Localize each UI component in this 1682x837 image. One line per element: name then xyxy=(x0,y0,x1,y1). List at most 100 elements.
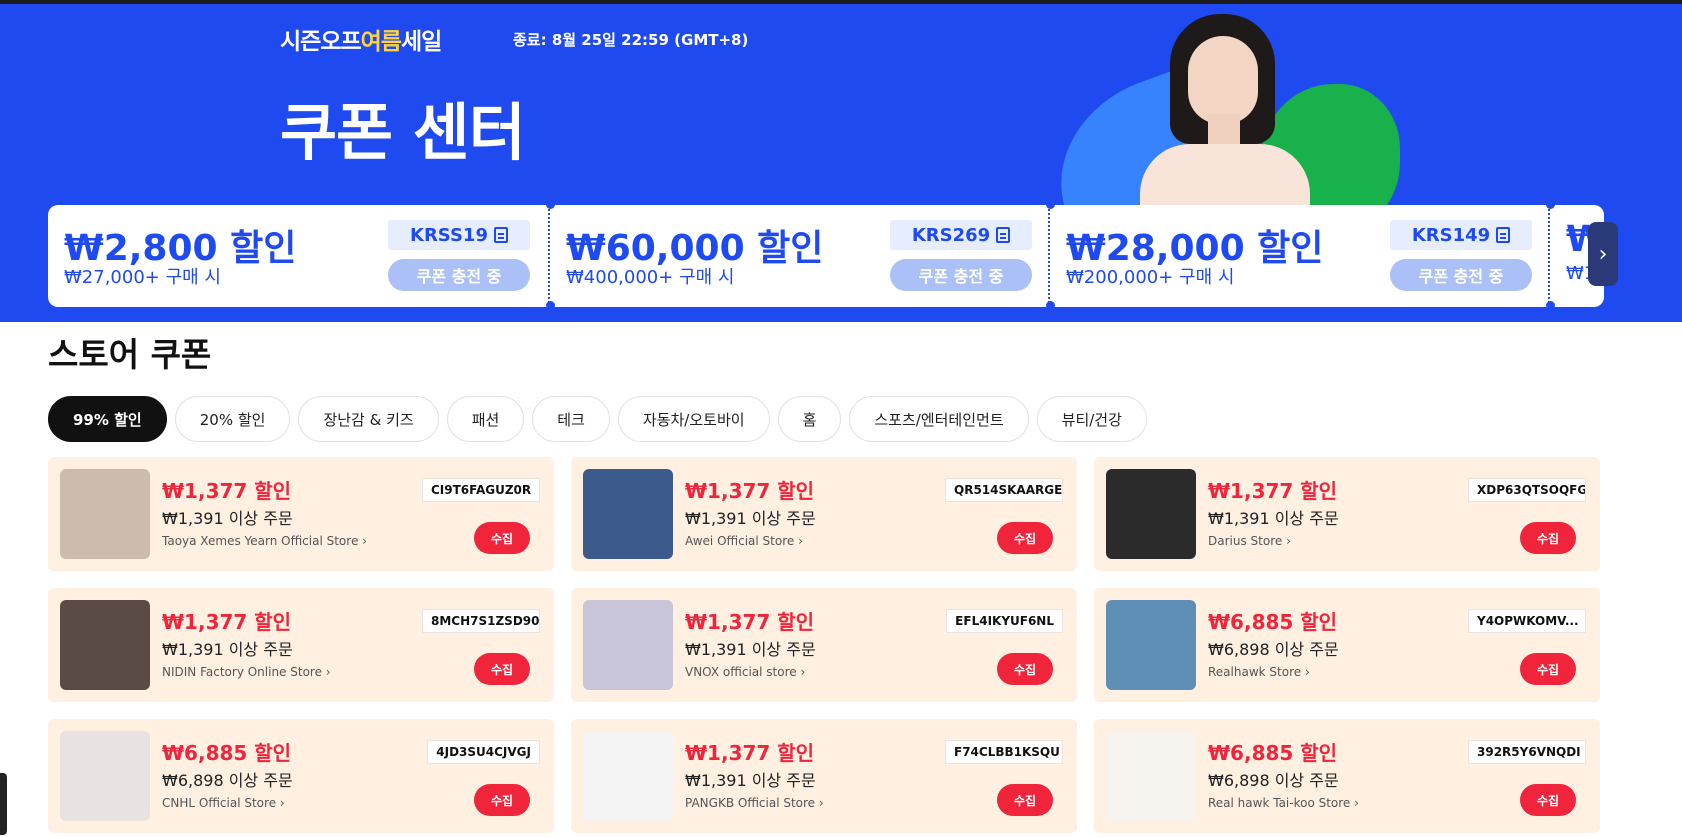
coupon-code[interactable]: XDP63QTSOQFG xyxy=(1468,478,1586,502)
coupon-condition: ₩6,898 이상 주문 xyxy=(1208,771,1339,790)
store-link[interactable]: Realhawk Store › xyxy=(1208,665,1310,679)
store-coupon-card: ₩1,377 할인 ₩1,391 이상 주문 Darius Store › XDP63… xyxy=(1094,457,1600,571)
coupon-code: KRS149 xyxy=(1411,224,1491,246)
store-coupon-card: ₩1,377 할인 ₩1,391 이상 주문 VNOX official store… xyxy=(571,588,1077,702)
collect-button[interactable]: 수집 xyxy=(1520,522,1576,554)
coupon-code-copy[interactable]: KRS269 xyxy=(890,220,1032,250)
coupon-condition: ₩1,391 이상 주문 xyxy=(685,509,816,528)
store-link[interactable]: VNOX official store › xyxy=(685,665,805,679)
tab-tech[interactable]: 테크 xyxy=(532,396,610,442)
product-thumbnail[interactable] xyxy=(1106,731,1196,821)
collect-button[interactable]: 수집 xyxy=(997,653,1053,685)
tab-home[interactable]: 홈 xyxy=(777,396,842,442)
coupon-condition: ₩1,391 이상 주문 xyxy=(685,640,816,659)
separator-dot xyxy=(546,200,555,209)
store-link[interactable]: PANGKB Official Store › xyxy=(685,796,824,810)
product-thumbnail[interactable] xyxy=(60,600,150,690)
platform-coupon: ₩28,000 할인 ₩200,000+ 구매 시 KRS149 쿠폰 충전 중 xyxy=(1048,205,1548,307)
coupon-code: KRS269 xyxy=(911,224,991,246)
product-thumbnail[interactable] xyxy=(60,731,150,821)
platform-coupon: ₩60,000 할인 ₩400,000+ 구매 시 KRS269 쿠폰 충전 중 xyxy=(548,205,1048,307)
sale-logo-part: 세일 xyxy=(400,29,442,55)
coupon-condition: ₩1,391 이상 주문 xyxy=(685,771,816,790)
separator-dot xyxy=(546,301,555,310)
sale-end-time: 종료: 8월 25일 22:59 (GMT+8) xyxy=(513,31,749,49)
product-thumbnail[interactable] xyxy=(583,731,673,821)
side-panel-handle[interactable] xyxy=(0,773,7,835)
collect-button[interactable]: 수집 xyxy=(997,522,1053,554)
collect-button[interactable]: 수집 xyxy=(997,784,1053,816)
coupon-code: KRSS19 xyxy=(410,224,488,246)
coupon-amount: ₩1,377 할인 xyxy=(1208,479,1338,503)
sale-logo-highlight: 여름 xyxy=(360,29,402,55)
product-thumbnail[interactable] xyxy=(583,600,673,690)
coupon-condition: ₩6,898 이상 주문 xyxy=(1208,640,1339,659)
coupon-code[interactable]: QR514SKAARGE xyxy=(945,478,1063,502)
coupon-amount: ₩6,885 할인 xyxy=(1208,741,1338,765)
copy-icon xyxy=(996,227,1011,243)
copy-icon xyxy=(1496,227,1511,243)
category-tabs: 99% 할인 20% 할인 장난감 & 키즈 패션 테크 자동차/오토바이 홈 … xyxy=(48,396,1147,442)
coupon-code-copy[interactable]: KRS149 xyxy=(1390,220,1532,250)
store-link[interactable]: Awei Official Store › xyxy=(685,534,803,548)
coupon-amount: ₩6,885 할인 xyxy=(162,741,292,765)
tab-20-off[interactable]: 20% 할인 xyxy=(174,396,291,442)
separator-dot xyxy=(1546,200,1555,209)
coupon-code[interactable]: EFL4IKYUF6NL xyxy=(946,609,1063,633)
store-link[interactable]: Taoya Xemes Yearn Official Store › xyxy=(162,534,367,548)
copy-icon xyxy=(493,227,508,243)
collect-button[interactable]: 수집 xyxy=(474,522,530,554)
coupon-condition: ₩1,391 이상 주문 xyxy=(162,509,293,528)
collect-button[interactable]: 수집 xyxy=(474,653,530,685)
tab-toys-kids[interactable]: 장난감 & 키즈 xyxy=(298,396,439,442)
coupon-condition: ₩6,898 이상 주문 xyxy=(162,771,293,790)
coupon-condition: ₩1,391 이상 주문 xyxy=(1208,509,1339,528)
tab-auto-moto[interactable]: 자동차/오토바이 xyxy=(617,396,770,442)
store-link[interactable]: Real hawk Tai-koo Store › xyxy=(1208,796,1359,810)
coupon-condition: ₩1,391 이상 주문 xyxy=(162,640,293,659)
store-link[interactable]: Darius Store › xyxy=(1208,534,1291,548)
carousel-next-button[interactable]: › xyxy=(1588,222,1618,286)
store-coupon-card: ₩1,377 할인 ₩1,391 이상 주문 NIDIN Factory Onlin… xyxy=(48,588,554,702)
coupon-code-copy[interactable]: KRSS19 xyxy=(388,220,530,250)
product-thumbnail[interactable] xyxy=(583,469,673,559)
collect-button[interactable]: 수집 xyxy=(1520,653,1576,685)
coupon-code[interactable]: Y4OPWKOMV... xyxy=(1468,609,1586,633)
coupon-amount: ₩1,377 할인 xyxy=(685,741,815,765)
coupon-status-button[interactable]: 쿠폰 충전 중 xyxy=(388,259,530,291)
tab-99-off[interactable]: 99% 할인 xyxy=(48,396,167,442)
coupon-status-button[interactable]: 쿠폰 충전 중 xyxy=(1390,259,1532,291)
coupon-amount: ₩1,377 할인 xyxy=(685,479,815,503)
store-coupon-grid: ₩1,377 할인 ₩1,391 이상 주문 Taoya Xemes Yearn O… xyxy=(48,457,1600,833)
collect-button[interactable]: 수집 xyxy=(474,784,530,816)
collect-button[interactable]: 수집 xyxy=(1520,784,1576,816)
platform-coupon-strip: ₩2,800 할인 ₩27,000+ 구매 시 KRSS19 쿠폰 충전 중 ₩… xyxy=(48,205,1604,307)
coupon-code[interactable]: 392R5Y6VNQDI xyxy=(1468,740,1586,764)
product-thumbnail[interactable] xyxy=(1106,469,1196,559)
tab-beauty-health[interactable]: 뷰티/건강 xyxy=(1036,396,1147,442)
store-coupon-card: ₩1,377 할인 ₩1,391 이상 주문 Awei Official Store… xyxy=(571,457,1077,571)
model-image xyxy=(1120,14,1330,219)
store-coupon-card: ₩6,885 할인 ₩6,898 이상 주문 Real hawk Tai-koo S… xyxy=(1094,719,1600,833)
coupon-status-button[interactable]: 쿠폰 충전 중 xyxy=(890,259,1032,291)
tab-sports-entertainment[interactable]: 스포츠/엔터테인먼트 xyxy=(849,396,1029,442)
page-title: 쿠폰 센터 xyxy=(280,96,526,169)
separator-dot xyxy=(1546,301,1555,310)
coupon-condition: ₩400,000+ 구매 시 xyxy=(566,267,735,288)
tab-fashion[interactable]: 패션 xyxy=(446,396,525,442)
coupon-condition: ₩200,000+ 구매 시 xyxy=(1066,267,1235,288)
coupon-amount: ₩1,377 할인 xyxy=(162,610,292,634)
store-coupons-title: 스토어 쿠폰 xyxy=(48,335,212,374)
product-thumbnail[interactable] xyxy=(60,469,150,559)
coupon-amount: ₩6,885 할인 xyxy=(1208,610,1338,634)
coupon-code[interactable]: 8MCH7S1ZSD90 xyxy=(422,609,540,633)
store-link[interactable]: CNHL Official Store › xyxy=(162,796,285,810)
separator-dot xyxy=(1046,200,1055,209)
store-link[interactable]: NIDIN Factory Online Store › xyxy=(162,665,331,679)
product-thumbnail[interactable] xyxy=(1106,600,1196,690)
coupon-code[interactable]: 4JD3SU4CJVGJ xyxy=(427,740,540,764)
coupon-code[interactable]: F74CLBB1KSQU xyxy=(945,740,1063,764)
coupon-code[interactable]: CI9T6FAGUZ0R xyxy=(422,478,540,502)
sale-logo: 시즌오프여름세일 xyxy=(280,22,442,56)
store-coupon-card: ₩1,377 할인 ₩1,391 이상 주문 Taoya Xemes Yearn O… xyxy=(48,457,554,571)
